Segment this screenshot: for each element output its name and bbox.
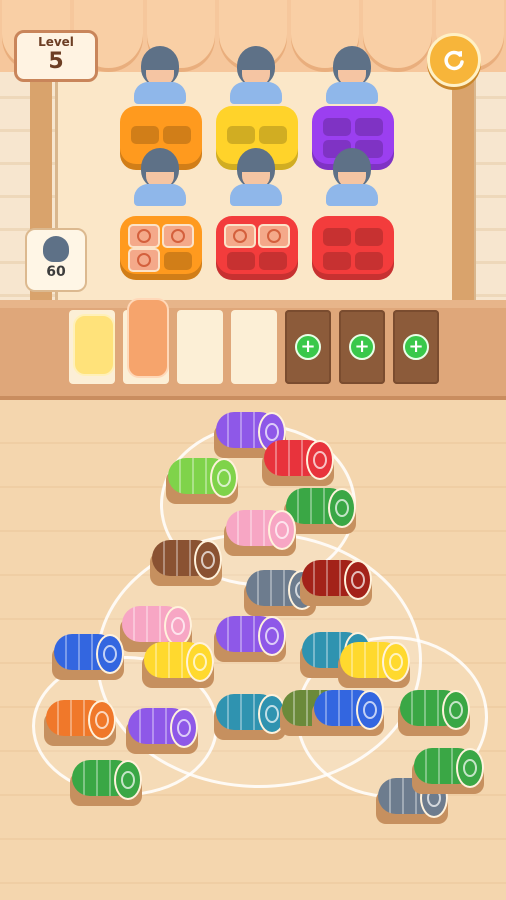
sushi-roll[interactable] xyxy=(70,760,142,806)
sushi-roll[interactable] xyxy=(52,634,124,680)
sushi-roll[interactable] xyxy=(214,694,286,740)
locked-slot[interactable]: + xyxy=(393,310,439,384)
customer-tray[interactable] xyxy=(312,216,394,280)
holding-slot[interactable] xyxy=(69,310,115,384)
right-post xyxy=(452,60,474,300)
sushi-roll[interactable] xyxy=(300,560,372,606)
customer-tray[interactable] xyxy=(216,216,298,280)
restart-icon xyxy=(444,50,464,71)
level-number: 5 xyxy=(48,49,64,74)
sushi-roll[interactable] xyxy=(412,748,484,794)
sushi-roll[interactable] xyxy=(150,540,222,586)
customer-queue-counter: 60 xyxy=(25,228,87,292)
sushi-roll[interactable] xyxy=(142,642,214,688)
queue-count: 60 xyxy=(46,264,66,280)
customer-icon xyxy=(43,236,69,262)
sushi-roll[interactable] xyxy=(338,642,410,688)
sushi-roll[interactable] xyxy=(224,510,296,556)
holding-slot[interactable] xyxy=(177,310,223,384)
sushi-roll[interactable] xyxy=(398,690,470,736)
plus-icon: + xyxy=(349,334,375,360)
holding-slot[interactable] xyxy=(123,298,169,384)
locked-slot[interactable]: + xyxy=(339,310,385,384)
holding-slot[interactable] xyxy=(231,310,277,384)
plus-icon: + xyxy=(403,334,429,360)
restart-button[interactable] xyxy=(427,33,481,87)
locked-slot[interactable]: + xyxy=(285,310,331,384)
sushi-roll[interactable] xyxy=(214,616,286,662)
sushi-roll[interactable] xyxy=(312,690,384,736)
sushi-roll[interactable] xyxy=(262,440,334,486)
customer-tray[interactable] xyxy=(120,216,202,280)
sushi-roll[interactable] xyxy=(44,700,116,746)
level-badge: Level 5 xyxy=(14,30,98,82)
plus-icon: + xyxy=(295,334,321,360)
sushi-roll[interactable] xyxy=(166,458,238,504)
level-label: Level xyxy=(38,35,74,49)
sushi-roll[interactable] xyxy=(126,708,198,754)
